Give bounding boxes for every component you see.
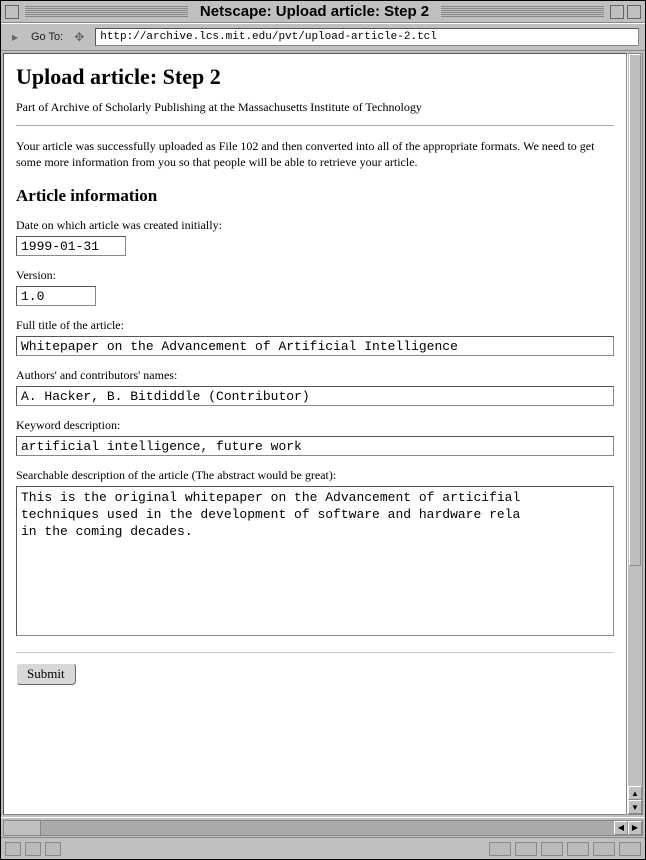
keywords-input[interactable] (16, 436, 614, 456)
horizontal-scrollbar[interactable]: ◀ ▶ (3, 820, 643, 836)
titlebar-texture (441, 6, 604, 18)
page-subtitle: Part of Archive of Scholarly Publishing … (16, 100, 614, 115)
scroll-left-arrow-icon[interactable]: ◀ (614, 821, 628, 835)
component-bar-icon[interactable] (45, 842, 61, 856)
description-field-group: Searchable description of the article (T… (16, 468, 614, 640)
keywords-label: Keyword description: (16, 418, 614, 433)
scroll-right-arrow-icon[interactable]: ▶ (628, 821, 642, 835)
divider (16, 125, 614, 126)
title-label: Full title of the article: (16, 318, 614, 333)
location-drag-icon[interactable]: ✥ (71, 29, 87, 45)
resize-handle-icon[interactable] (619, 842, 641, 856)
statusbar (1, 837, 645, 859)
titlebar-texture (25, 6, 188, 18)
scroll-up-arrow-icon[interactable]: ▲ (628, 786, 642, 800)
authors-field-group: Authors' and contributors' names: (16, 368, 614, 406)
vertical-scrollbar-thumb[interactable] (629, 54, 641, 566)
status-indicator-icon (515, 842, 537, 856)
window-zoom-button[interactable] (627, 5, 641, 19)
section-heading: Article information (16, 186, 614, 206)
horizontal-scrollbar-track[interactable] (4, 821, 614, 835)
page-content: Upload article: Step 2 Part of Archive o… (3, 53, 627, 815)
version-label: Version: (16, 268, 614, 283)
submit-button[interactable]: Submit (16, 663, 76, 685)
browser-window: Netscape: Upload article: Step 2 ▸ Go To… (0, 0, 646, 860)
authors-label: Authors' and contributors' names: (16, 368, 614, 383)
location-toolbar: ▸ Go To: ✥ (1, 23, 645, 51)
security-icon[interactable] (5, 842, 21, 856)
date-input[interactable] (16, 236, 126, 256)
status-indicator-icon (567, 842, 589, 856)
horizontal-scrollbar-area: ◀ ▶ (1, 817, 645, 837)
status-indicator-icon (593, 842, 615, 856)
vertical-scrollbar-track[interactable] (628, 54, 642, 786)
titlebar: Netscape: Upload article: Step 2 (1, 1, 645, 23)
goto-label: Go To: (31, 31, 63, 43)
status-indicator-icon (489, 842, 511, 856)
submit-area: Submit (16, 652, 614, 685)
scroll-down-arrow-icon[interactable]: ▼ (628, 800, 642, 814)
vertical-scrollbar[interactable]: ▲ ▼ (627, 53, 643, 815)
description-textarea[interactable] (16, 486, 614, 636)
authors-input[interactable] (16, 386, 614, 406)
window-collapse-button[interactable] (610, 5, 624, 19)
description-label: Searchable description of the article (T… (16, 468, 614, 483)
bookmarks-icon[interactable]: ▸ (7, 29, 23, 45)
version-field-group: Version: (16, 268, 614, 306)
intro-text: Your article was successfully uploaded a… (16, 138, 614, 170)
horizontal-scrollbar-thumb[interactable] (4, 821, 41, 835)
keywords-field-group: Keyword description: (16, 418, 614, 456)
page-title: Upload article: Step 2 (16, 64, 614, 90)
status-indicator-icon (541, 842, 563, 856)
version-input[interactable] (16, 286, 96, 306)
content-area: Upload article: Step 2 Part of Archive o… (1, 51, 645, 817)
window-title: Netscape: Upload article: Step 2 (194, 3, 435, 20)
url-input[interactable] (95, 28, 639, 46)
component-bar-icon[interactable] (25, 842, 41, 856)
date-label: Date on which article was created initia… (16, 218, 614, 233)
date-field-group: Date on which article was created initia… (16, 218, 614, 256)
window-menu-button[interactable] (5, 5, 19, 19)
title-field-group: Full title of the article: (16, 318, 614, 356)
title-input[interactable] (16, 336, 614, 356)
